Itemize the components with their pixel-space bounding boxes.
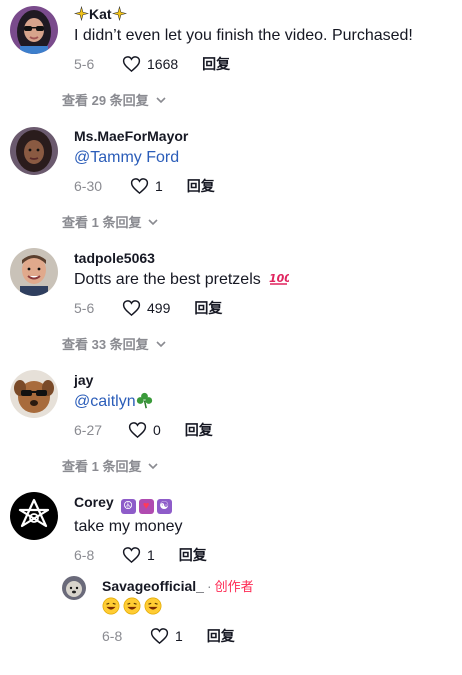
chevron-down-icon bbox=[156, 340, 166, 347]
laughing-icon bbox=[144, 597, 162, 615]
avatar[interactable] bbox=[10, 248, 58, 296]
user-avatar-man-icon bbox=[10, 248, 58, 296]
like-button[interactable]: 0 bbox=[128, 421, 161, 439]
like-count: 1 bbox=[155, 178, 163, 194]
comment-text: Dotts are the best pretzels 100 bbox=[74, 269, 452, 291]
yin-yang-icon: ☯ bbox=[156, 499, 172, 514]
laughing-icon bbox=[102, 597, 120, 615]
comment-username[interactable]: Corey ☮ ♥ ☯ bbox=[74, 494, 452, 514]
view-replies-label: 查看 33 条回复 bbox=[62, 337, 149, 352]
peace-icon: ☮ bbox=[120, 499, 136, 514]
comment-text: take my money bbox=[74, 518, 183, 535]
like-count: 0 bbox=[153, 422, 161, 438]
like-count: 1 bbox=[175, 628, 183, 644]
heart-outline-icon bbox=[122, 547, 141, 564]
reply-button[interactable]: 回复 bbox=[202, 54, 230, 74]
heart-outline-icon bbox=[122, 56, 141, 73]
user-avatar-dog-sunglasses-icon bbox=[10, 370, 58, 418]
reply-date: 6-8 bbox=[102, 628, 123, 644]
sparkles-icon bbox=[111, 6, 127, 21]
heart-outline-icon bbox=[128, 422, 147, 439]
shamrock-icon bbox=[136, 392, 152, 409]
reply-button[interactable]: 回复 bbox=[187, 176, 215, 196]
reply-username[interactable]: Savageofficial_ · 创作者 bbox=[102, 578, 452, 595]
avatar[interactable] bbox=[10, 6, 58, 54]
user-avatar-woman-glasses-icon bbox=[10, 6, 58, 54]
view-replies-label: 查看 1 条回复 bbox=[62, 215, 142, 230]
reply-button[interactable]: 回复 bbox=[207, 626, 235, 646]
comment-text: @caitlyn bbox=[74, 391, 452, 413]
avatar[interactable] bbox=[62, 576, 86, 600]
hundred-points-icon: 100 bbox=[269, 272, 289, 285]
mention-link[interactable]: @Tammy Ford bbox=[74, 147, 452, 169]
comment-text: I didn’t even let you finish the video. … bbox=[74, 27, 413, 44]
comment-username[interactable]: tadpole5063 bbox=[74, 250, 452, 267]
view-replies-button[interactable]: 查看 29 条回复 bbox=[62, 90, 167, 109]
chevron-down-icon bbox=[148, 462, 159, 469]
heart-icon: ♥ bbox=[138, 499, 154, 514]
view-replies-label: 查看 29 条回复 bbox=[62, 93, 149, 108]
view-replies-label: 查看 1 条回复 bbox=[62, 459, 142, 474]
comment-date: 6-30 bbox=[74, 178, 103, 194]
separator-dot: · bbox=[206, 578, 212, 594]
like-count: 1 bbox=[147, 547, 155, 563]
like-button[interactable]: 499 bbox=[122, 299, 170, 317]
comment-date: 6-8 bbox=[74, 547, 95, 563]
view-replies-button[interactable]: 查看 1 条回复 bbox=[62, 212, 159, 231]
like-count: 499 bbox=[147, 300, 171, 316]
reply-button[interactable]: 回复 bbox=[179, 545, 207, 565]
like-button[interactable]: 1668 bbox=[122, 55, 178, 73]
svg-text:100: 100 bbox=[269, 272, 289, 285]
heart-outline-icon bbox=[150, 628, 169, 645]
chevron-down-icon bbox=[148, 218, 159, 225]
sparkles-icon bbox=[74, 6, 89, 21]
view-replies-button[interactable]: 查看 1 条回复 bbox=[62, 456, 159, 475]
avatar[interactable] bbox=[10, 127, 58, 175]
mention-link[interactable]: @caitlyn bbox=[74, 393, 136, 410]
laughing-icon bbox=[123, 597, 141, 615]
heart-outline-icon bbox=[130, 178, 149, 195]
comment-date: 5-6 bbox=[74, 300, 95, 316]
reply-text bbox=[102, 597, 452, 619]
comment-username[interactable]: jay bbox=[74, 372, 452, 389]
comment-date: 5-6 bbox=[74, 56, 95, 72]
reply-button[interactable]: 回复 bbox=[185, 420, 213, 440]
reply-button[interactable]: 回复 bbox=[194, 298, 222, 318]
view-replies-button[interactable]: 查看 33 条回复 bbox=[62, 334, 167, 353]
like-count: 1668 bbox=[147, 56, 179, 72]
avatar[interactable] bbox=[10, 492, 58, 540]
user-avatar-woman-icon bbox=[10, 127, 58, 175]
like-button[interactable]: 1 bbox=[122, 546, 155, 564]
avatar[interactable] bbox=[10, 370, 58, 418]
heart-outline-icon bbox=[122, 300, 141, 317]
comment-username[interactable]: Ms.MaeForMayor bbox=[74, 128, 452, 145]
chevron-down-icon bbox=[156, 96, 166, 103]
creator-badge: 创作者 bbox=[214, 579, 254, 594]
user-avatar-dog-icon bbox=[62, 576, 86, 600]
like-button[interactable]: 1 bbox=[130, 177, 163, 195]
comment-date: 6-27 bbox=[74, 422, 103, 438]
like-button[interactable]: 1 bbox=[150, 627, 183, 645]
unicursal-hexagram-icon bbox=[10, 492, 58, 540]
comment-username[interactable]: Kat bbox=[74, 6, 452, 23]
comment-text-content: Dotts are the best pretzels bbox=[74, 271, 261, 288]
